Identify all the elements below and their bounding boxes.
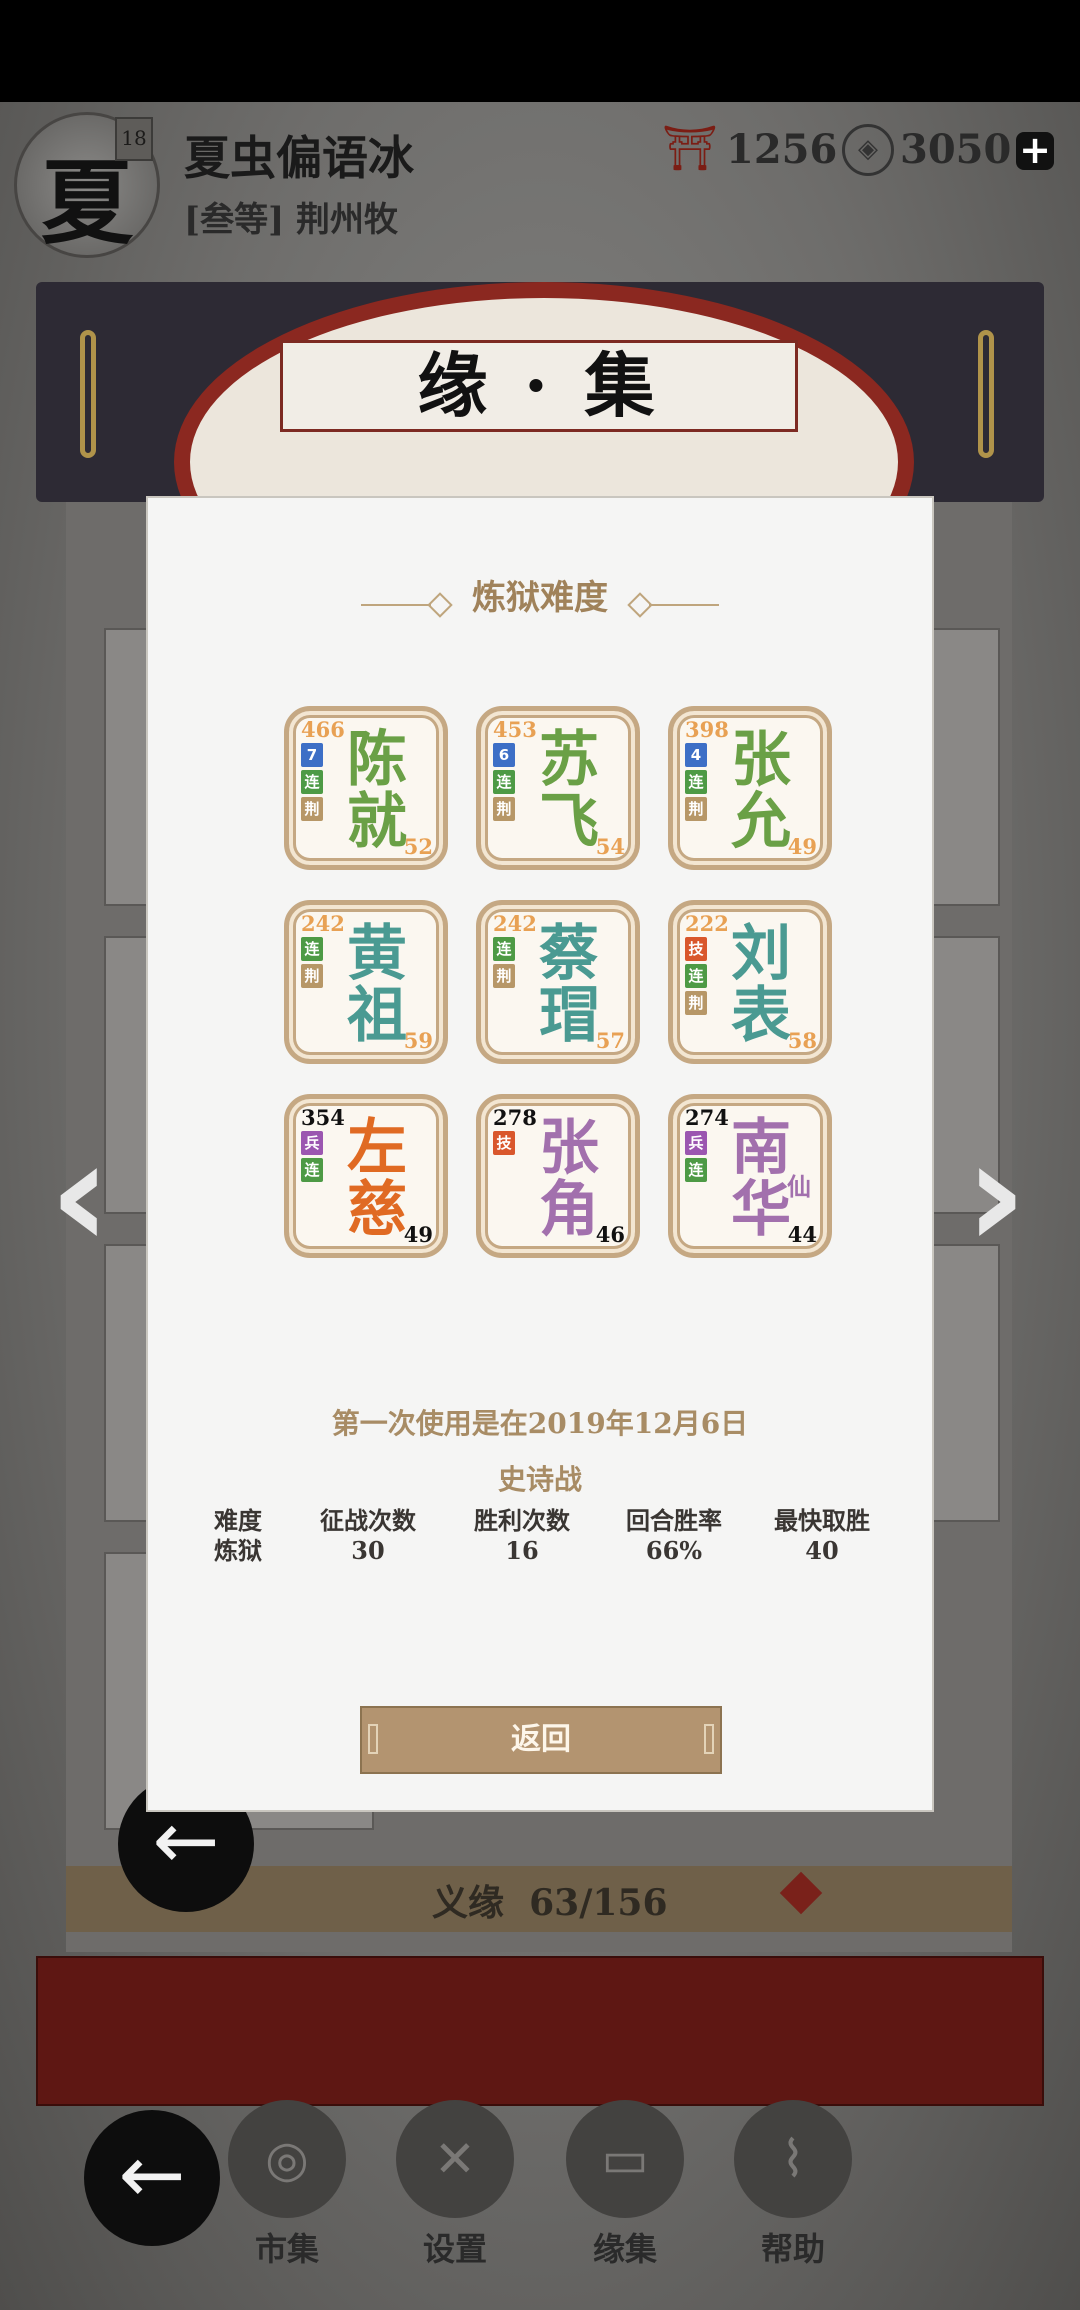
general-card[interactable]: 354 兵连左慈 49 <box>284 1094 448 1258</box>
menu-help[interactable]: ⌇ 帮助 <box>728 2100 858 2270</box>
general-tag: 连 <box>685 1158 707 1182</box>
red-gate-icon: ⛩ <box>662 123 718 174</box>
general-tag: 连 <box>301 937 323 961</box>
general-tag: 荆 <box>685 797 707 821</box>
collection-book-icon: ▭ <box>566 2100 684 2218</box>
scroll-title: 缘 · 集 <box>280 340 798 432</box>
general-card[interactable]: 453 6 连荆苏飞 54 <box>476 706 640 870</box>
general-level: 58 <box>787 1028 817 1053</box>
general-tags: 技 <box>493 1131 515 1158</box>
general-card[interactable]: 466 7 连荆陈就 52 <box>284 706 448 870</box>
modal-title-row: 炼狱难度 <box>148 570 932 619</box>
next-page-arrow[interactable]: › <box>946 1120 1046 1270</box>
player-avatar[interactable]: 夏 18 <box>14 112 160 258</box>
general-tags: 7 连荆 <box>301 743 323 824</box>
general-tag: 兵 <box>685 1131 707 1155</box>
general-tag: 荆 <box>493 964 515 988</box>
general-level: 52 <box>403 834 433 859</box>
player-name: 夏虫偏语冰 <box>184 131 414 185</box>
general-level: 54 <box>595 834 625 859</box>
general-level: 46 <box>595 1222 625 1247</box>
menu-market[interactable]: ◎ 市集 <box>222 2100 352 2270</box>
market-icon: ◎ <box>228 2100 346 2218</box>
return-button[interactable]: 返回 <box>360 1706 722 1774</box>
stat-wins: 胜利次数 16 <box>474 1506 570 1565</box>
deco-bracket <box>704 1724 714 1754</box>
general-level: 59 <box>403 1028 433 1053</box>
general-tag: 连 <box>685 770 707 794</box>
coin-icon: ◈ <box>842 124 894 176</box>
deco-line <box>649 603 720 606</box>
general-tags: 6 连荆 <box>493 743 515 824</box>
scroll-footer <box>36 1956 1044 2106</box>
general-tag: 荆 <box>301 964 323 988</box>
stat-battles: 征战次数 30 <box>320 1506 416 1565</box>
general-tag: 4 <box>685 743 707 767</box>
deco-diamond-icon <box>427 591 453 618</box>
general-tag: 连 <box>493 937 515 961</box>
stat-difficulty: 难度 炼狱 <box>214 1506 262 1565</box>
general-grid: 466 7 连荆陈就 52 453 6 连荆苏飞 54 398 4 连荆张允 49 242 连荆黄祖 59 2… <box>284 706 832 1272</box>
status-bar <box>0 0 1080 102</box>
scroll-rod-left <box>80 330 96 458</box>
general-level: 57 <box>595 1028 625 1053</box>
battle-type: 史诗战 <box>497 1463 582 1496</box>
general-tag: 兵 <box>301 1131 323 1155</box>
add-currency-button[interactable]: + <box>1016 131 1054 170</box>
stat-round-winrate: 回合胜率 66% <box>626 1506 722 1565</box>
general-card[interactable]: 398 4 连荆张允 49 <box>668 706 832 870</box>
menu-collection[interactable]: ▭ 缘集 <box>560 2100 690 2270</box>
deco-diamond-icon <box>627 591 653 618</box>
deco-line <box>360 603 431 606</box>
menu-help-label: 帮助 <box>760 2230 825 2268</box>
general-card[interactable]: 242 连荆黄祖 59 <box>284 900 448 1064</box>
general-subtitle: 仙 <box>787 1173 811 1201</box>
general-tags: 兵连 <box>685 1131 707 1185</box>
general-tag: 荆 <box>301 797 323 821</box>
player-rank: [叁等] 荆州牧 <box>184 200 399 240</box>
general-tag: 技 <box>685 937 707 961</box>
general-tag: 技 <box>493 1131 515 1155</box>
currency1-value: 1256 <box>726 126 838 173</box>
prev-page-arrow[interactable]: ‹ <box>30 1120 130 1270</box>
general-level: 44 <box>787 1222 817 1247</box>
general-tags: 技连荆 <box>685 937 707 1018</box>
general-tags: 4 连荆 <box>685 743 707 824</box>
general-level: 49 <box>403 1222 433 1247</box>
settings-icon: ✕ <box>396 2100 514 2218</box>
general-tags: 连荆 <box>493 937 515 991</box>
currency2-value: 3050 <box>900 126 1012 173</box>
scroll-rod-right <box>978 330 994 458</box>
general-tag: 连 <box>493 770 515 794</box>
general-tag: 连 <box>685 964 707 988</box>
difficulty-modal: 炼狱难度 466 7 连荆陈就 52 453 6 连荆苏飞 54 398 4 连荆张允 49 242 连荆… <box>146 496 934 1812</box>
general-tag: 7 <box>301 743 323 767</box>
general-tag: 荆 <box>493 797 515 821</box>
return-button-label: 返回 <box>511 1722 571 1757</box>
general-tag: 连 <box>301 1158 323 1182</box>
general-level: 49 <box>787 834 817 859</box>
general-tag: 6 <box>493 743 515 767</box>
help-scroll-icon: ⌇ <box>734 2100 852 2218</box>
general-card[interactable]: 274 兵连南华仙 44 <box>668 1094 832 1258</box>
back-button-bottom[interactable]: ← <box>84 2110 220 2246</box>
general-card[interactable]: 278 技张角 46 <box>476 1094 640 1258</box>
general-card[interactable]: 222 技连荆刘表 58 <box>668 900 832 1064</box>
general-tag: 连 <box>301 770 323 794</box>
deco-bracket <box>368 1724 378 1754</box>
general-card[interactable]: 242 连荆蔡瑁 57 <box>476 900 640 1064</box>
progress-value: 63/156 <box>529 1882 668 1924</box>
menu-collection-label: 缘集 <box>592 2230 657 2268</box>
progress-label: 义缘 <box>432 1882 505 1924</box>
stat-fastest-win: 最快取胜 40 <box>774 1506 870 1565</box>
general-tags: 连荆 <box>301 937 323 991</box>
general-tags: 兵连 <box>301 1131 323 1185</box>
player-level-badge: 18 <box>115 117 153 161</box>
general-tag: 荆 <box>685 991 707 1015</box>
menu-settings-label: 设置 <box>422 2230 487 2268</box>
menu-market-label: 市集 <box>254 2230 319 2268</box>
first-use-text: 第一次使用是在2019年12月6日 <box>331 1407 749 1440</box>
modal-title: 炼狱难度 <box>472 578 608 618</box>
menu-settings[interactable]: ✕ 设置 <box>390 2100 520 2270</box>
